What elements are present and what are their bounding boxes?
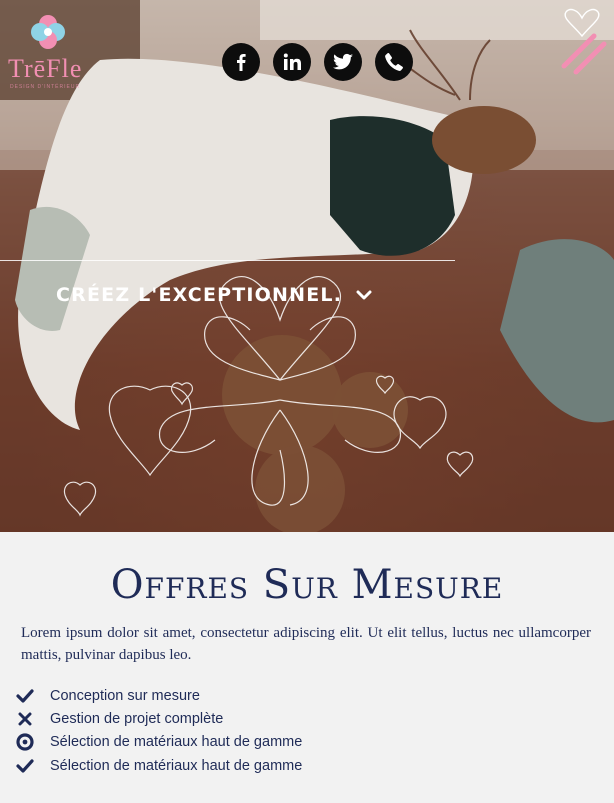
offers-list: Conception sur mesure Gestion de projet …: [16, 684, 302, 777]
brand-name: TrēFle: [8, 54, 83, 83]
list-item: Sélection de matériaux haut de gamme: [16, 754, 302, 777]
hero-tagline[interactable]: CRÉEZ L'EXCEPTIONNEL.: [56, 284, 372, 306]
facebook-icon: [237, 54, 246, 71]
phone-icon: [385, 53, 403, 71]
offers-description: Lorem ipsum dolor sit amet, consectetur …: [21, 625, 591, 663]
offers-title: Offres Sur Mesure: [110, 562, 504, 608]
hero-tagline-text: CRÉEZ L'EXCEPTIONNEL.: [56, 284, 343, 306]
chevron-down-icon[interactable]: [356, 289, 372, 301]
brand-tagline: DESIGN D'INTÉRIEUR: [10, 84, 81, 90]
list-item-label: Gestion de projet complète: [50, 710, 224, 727]
check-icon: [16, 757, 34, 775]
heart-decoration-icon: [561, 8, 607, 75]
x-icon: [16, 710, 34, 728]
check-icon: [16, 687, 34, 705]
twitter-icon: [333, 53, 353, 70]
brand-logo[interactable]: TrēFle DESIGN D'INTÉRIEUR: [6, 10, 96, 90]
list-item: Sélection de matériaux haut de gamme: [16, 731, 302, 754]
twitter-button[interactable]: [324, 43, 362, 81]
linkedin-button[interactable]: [273, 43, 311, 81]
list-item-label: Sélection de matériaux haut de gamme: [50, 757, 303, 774]
offers-section: Offres Sur Mesure Lorem ipsum dolor sit …: [0, 532, 614, 803]
list-item: Gestion de projet complète: [16, 707, 302, 730]
dot-circle-icon: [16, 733, 34, 751]
list-item-label: Conception sur mesure: [50, 687, 200, 704]
list-item: Conception sur mesure: [16, 684, 302, 707]
list-item-label: Sélection de matériaux haut de gamme: [50, 734, 303, 751]
linkedin-icon: [283, 53, 301, 70]
hero-banner: TrēFle DESIGN D'INTÉRIEUR CRÉEZ L'EXCEPT…: [0, 0, 614, 532]
hero-divider: [0, 260, 455, 261]
phone-button[interactable]: [375, 43, 413, 81]
clover-logo-icon: [31, 15, 65, 49]
social-links: [222, 43, 413, 81]
facebook-button[interactable]: [222, 43, 260, 81]
